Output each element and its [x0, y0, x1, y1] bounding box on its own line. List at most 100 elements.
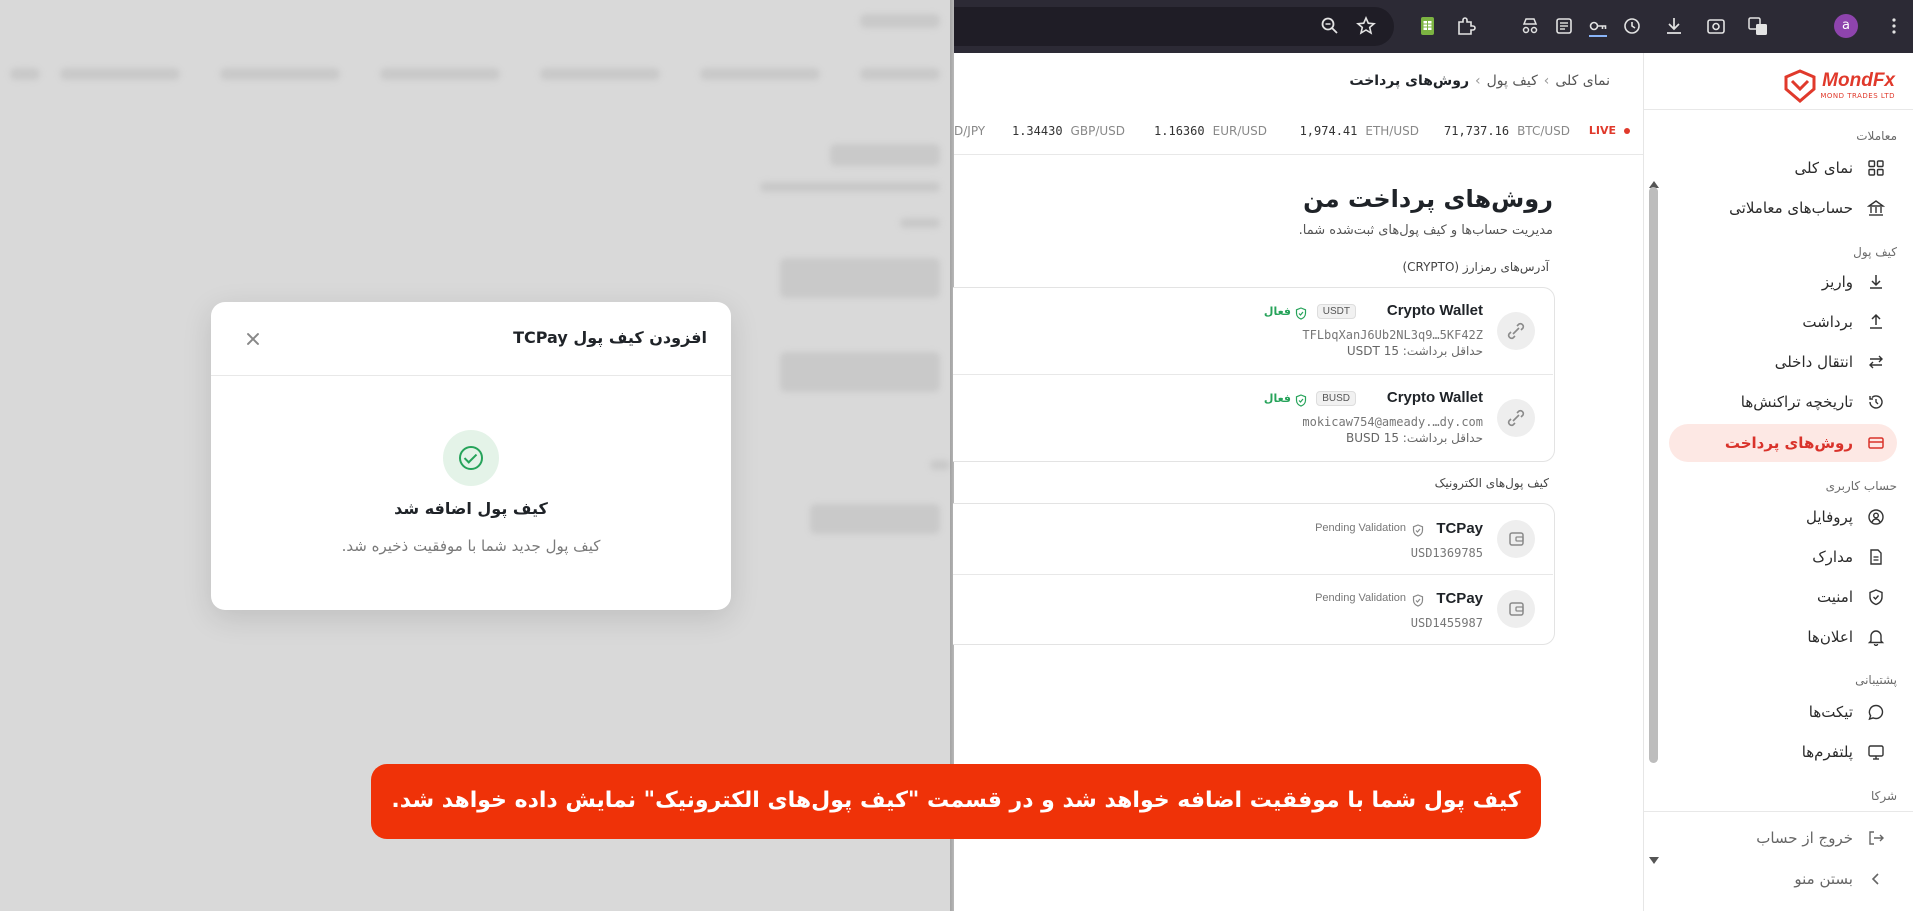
blurred-element	[10, 68, 40, 80]
success-check-icon	[443, 430, 499, 486]
wallet-icon	[1497, 590, 1535, 628]
breadcrumb-separator: ›	[1543, 73, 1550, 89]
sidebar-item-withdraw[interactable]: برداشت	[1669, 303, 1897, 341]
document-icon	[1870, 549, 1882, 565]
section-trading: معاملات	[1856, 129, 1897, 143]
extension-sheets-icon[interactable]	[1415, 14, 1439, 38]
price-ticker: LIVE 71,737.16 BTC/USD 1,974.41 ETH/USD 1.…	[954, 109, 1643, 155]
close-icon[interactable]	[243, 329, 263, 349]
blurred-element	[810, 504, 940, 534]
sidebar-item-label: نمای کلی	[1794, 159, 1853, 177]
wallet-address: mokicaw754@ameady.…dy.com	[1302, 415, 1483, 429]
download-icon[interactable]	[1662, 14, 1686, 38]
key-icon[interactable]	[1586, 14, 1610, 38]
ticker-item: 1.34430 GBP/USD	[1011, 124, 1125, 138]
brand-logo[interactable]: MondFx MOND TRADES LTD	[1775, 63, 1895, 107]
section-partners: شرکا	[1870, 789, 1897, 803]
sidebar-item-transaction-history[interactable]: تاریخچه تراکنش‌ها	[1669, 383, 1897, 421]
status-badge: فعال	[1263, 305, 1291, 318]
puzzle-icon[interactable]	[1454, 14, 1478, 38]
brand-tagline: MOND TRADES LTD	[1820, 92, 1895, 100]
modal-header: افزودن کیف پول TCPay	[211, 302, 731, 376]
brand-name: MondFx	[1822, 70, 1895, 91]
scrollbar[interactable]	[1644, 117, 1660, 864]
sidebar-item-label: پروفایل	[1806, 508, 1853, 526]
status-badge: Pending Validation	[1315, 592, 1406, 604]
zoom-icon[interactable]	[1318, 14, 1342, 38]
add-wallet-modal: افزودن کیف پول TCPay کیف پول اضافه شد کی…	[211, 302, 731, 610]
sidebar-item-documents[interactable]: مدارک	[1669, 538, 1897, 576]
sidebar-item-label: حساب‌های معاملاتی	[1729, 199, 1853, 217]
sidebar-item-label: اعلان‌ها	[1807, 628, 1853, 646]
sidebar-item-internal-transfer[interactable]: انتقال داخلی	[1669, 343, 1897, 381]
sidebar-item-label: امنیت	[1817, 588, 1853, 606]
reader-icon[interactable]	[1552, 14, 1576, 38]
user-circle-icon	[1868, 509, 1884, 525]
sidebar: MondFx MOND TRADES LTD معاملات نمای کلی …	[1643, 53, 1913, 911]
ticker-item: 1.16360 EUR/USD	[1154, 124, 1267, 138]
sidebar-item-notifications[interactable]: اعلان‌ها	[1669, 618, 1897, 656]
monitor-icon	[1868, 745, 1884, 760]
breadcrumb-home[interactable]: نمای کلی	[1555, 73, 1610, 89]
list-item[interactable]: Crypto Wallet USDT فعال TFLbqXanJ6Ub2NL3…	[953, 288, 1553, 374]
blurred-element	[760, 182, 940, 192]
list-item[interactable]: Crypto Wallet BUSD فعال mokicaw754@amead…	[953, 375, 1553, 462]
success-title: کیف پول اضافه شد	[394, 499, 548, 518]
sidebar-item-deposit[interactable]: واریز	[1669, 263, 1897, 301]
shield-check-icon	[1295, 392, 1307, 407]
sidebar-item-trading-accounts[interactable]: حساب‌های معاملاتی	[1669, 189, 1897, 227]
star-icon[interactable]	[1354, 14, 1378, 38]
divider	[1644, 811, 1913, 812]
spy-icon[interactable]	[1518, 14, 1542, 38]
scrollbar-thumb[interactable]	[1649, 187, 1658, 763]
blurred-element	[380, 68, 500, 80]
link-icon	[1497, 312, 1535, 350]
list-item[interactable]: TCPay Pending Validation USD1369785	[953, 504, 1553, 574]
modal-title: افزودن کیف پول TCPay	[513, 328, 707, 347]
scroll-down-arrow-icon[interactable]	[1649, 857, 1659, 864]
breadcrumb: نمای کلی › کیف پول › روش‌های پرداخت	[1349, 73, 1610, 89]
sidebar-item-overview[interactable]: نمای کلی	[1669, 149, 1897, 187]
bank-icon	[1867, 200, 1885, 216]
address-bar[interactable]	[954, 7, 1394, 46]
sidebar-item-tickets[interactable]: تیکت‌ها	[1669, 693, 1897, 731]
live-indicator: LIVE	[1589, 124, 1630, 137]
section-support: پشتیبانی	[1855, 673, 1897, 687]
transfer-icon	[1869, 355, 1883, 369]
logout-button[interactable]: خروج از حساب	[1669, 819, 1897, 857]
crypto-wallets-card: Crypto Wallet USDT فعال TFLbqXanJ6Ub2NL3…	[953, 287, 1555, 462]
sidebar-item-label: واریز	[1821, 273, 1853, 291]
blurred-element	[780, 258, 940, 298]
sidebar-item-payment-methods[interactable]: روش‌های پرداخت	[1669, 424, 1897, 462]
wallet-name: Crypto Wallet	[1386, 389, 1483, 406]
breadcrumb-wallet[interactable]: کیف پول	[1487, 73, 1538, 89]
collapse-menu-button[interactable]: بستن منو	[1669, 860, 1897, 898]
sidebar-item-security[interactable]: امنیت	[1669, 578, 1897, 616]
blurred-element	[700, 68, 820, 80]
menu-dots-icon[interactable]	[1882, 14, 1906, 38]
status-badge: فعال	[1263, 392, 1291, 405]
blurred-element	[830, 144, 940, 166]
instruction-banner: کیف پول شما با موفقیت اضافه خواهد شد و د…	[371, 764, 1541, 839]
avatar[interactable]: a	[1834, 14, 1858, 38]
sidebar-item-label: پلتفرم‌ها	[1801, 743, 1853, 761]
blurred-element	[60, 68, 180, 80]
wallet-icon	[1497, 520, 1535, 558]
wallet-name: Crypto Wallet	[1386, 302, 1483, 319]
section-account: حساب کاربری	[1825, 479, 1897, 493]
list-item[interactable]: TCPay Pending Validation USD1455987	[953, 575, 1553, 645]
blurred-element	[220, 68, 340, 80]
wallet-account: USD1369785	[1410, 546, 1483, 560]
history-icon[interactable]	[1620, 14, 1644, 38]
blurred-element	[930, 460, 950, 470]
wallet-name: TCPay	[1436, 520, 1483, 537]
sidebar-item-platforms[interactable]: پلتفرم‌ها	[1669, 733, 1897, 771]
blurred-element	[780, 352, 940, 392]
crypto-section-label: آدرس‌های رمزارز (CRYPTO)	[1402, 260, 1549, 274]
sidebar-item-profile[interactable]: پروفایل	[1669, 498, 1897, 536]
screenshot-icon[interactable]	[1704, 14, 1728, 38]
translate-icon[interactable]	[1746, 14, 1770, 38]
ewallets-card: TCPay Pending Validation USD1369785 TCPa…	[953, 503, 1555, 645]
history-icon	[1869, 395, 1883, 409]
shield-check-icon	[1412, 592, 1424, 607]
